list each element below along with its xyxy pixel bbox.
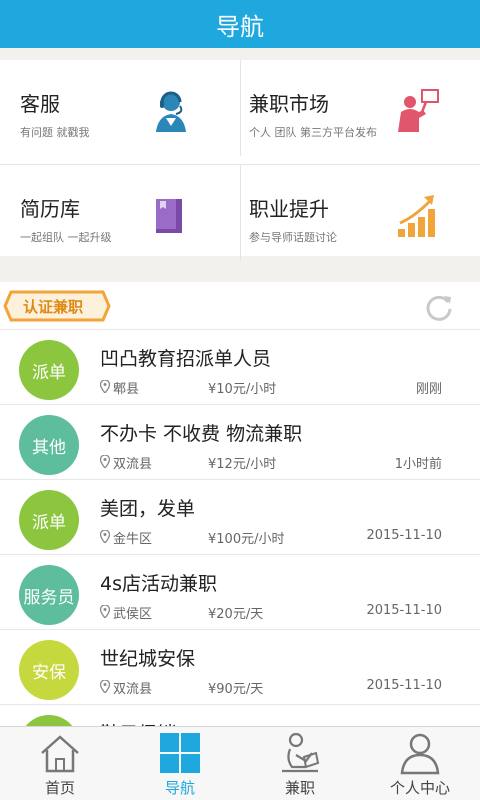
job-location: 双流县: [113, 682, 153, 697]
job-meta: 武侯区 ¥20元/天 2015-11-10: [100, 603, 444, 622]
tab-label: 导航: [164, 779, 195, 797]
job-time: 2015-11-10: [366, 678, 442, 693]
nav-item-title: 客服: [20, 92, 60, 116]
job-time: 刚刚: [415, 382, 442, 397]
growth-chart-icon: [398, 195, 435, 237]
job-title: 4s店活动兼职: [100, 573, 217, 595]
home-icon: [41, 735, 79, 773]
nav-item-title: 兼职市场: [249, 92, 329, 116]
location-pin-icon: [100, 380, 110, 393]
job-title: 鞋子促销: [100, 719, 176, 726]
category-badge: [19, 715, 79, 726]
job-location: 双流县: [113, 457, 153, 472]
tab-part-time[interactable]: 兼职: [240, 727, 360, 800]
job-location: 金牛区: [113, 532, 153, 547]
job-meta: 双流县 ¥90元/天 2015-11-10: [100, 678, 444, 697]
category-badge: 派单: [19, 340, 79, 400]
location-pin-icon: [100, 605, 110, 618]
refresh-icon[interactable]: [424, 292, 454, 322]
job-row[interactable]: 派单 凹凸教育招派单人员郫县 ¥10元/小时 刚刚: [0, 330, 480, 405]
job-time: 2015-11-10: [366, 603, 442, 618]
category-badge: 服务员: [19, 565, 79, 625]
tab-home[interactable]: 首页: [0, 727, 120, 800]
job-title: 不办卡 不收费 物流兼职: [100, 423, 303, 445]
bottom-tab-bar: 首页 导航 兼职 个人中心: [0, 726, 480, 800]
job-meta: 金牛区 ¥100元/小时 2015-11-10: [100, 528, 444, 547]
job-pay: ¥100元/小时: [208, 532, 285, 547]
page-title: 导航: [216, 12, 264, 41]
job-row[interactable]: 派单 美团，发单金牛区 ¥100元/小时 2015-11-10: [0, 480, 480, 555]
nav-item-subtitle: 一起组队 一起升级: [20, 231, 112, 244]
reading-person-icon: [282, 732, 320, 773]
tab-label: 个人中心: [389, 779, 450, 797]
job-location: 武侯区: [113, 607, 153, 622]
job-row[interactable]: 其他 不办卡 不收费 物流兼职双流县 ¥12元/小时 1小时前: [0, 405, 480, 480]
job-list-panel: 认证兼职 派单 凹凸教育招派单人员 郫县 ¥10元/小时 刚刚 其他 不办卡 不收费 物流兼…: [0, 282, 480, 726]
nav-grid: 客服 有问题 就戳我 兼职市场 个人 团队 第三方平台发布 简历库 一起组队 一…: [0, 60, 480, 261]
job-time: 1小时前: [394, 457, 442, 472]
job-row[interactable]: 安保 世纪城安保双流县 ¥90元/天 2015-11-10: [0, 630, 480, 705]
job-time: 2015-11-10: [366, 528, 442, 543]
job-title: 世纪城安保: [100, 648, 196, 670]
grid-icon: [160, 733, 200, 773]
job-row[interactable]: 服务员 4s店活动兼职武侯区 ¥20元/天 2015-11-10: [0, 555, 480, 630]
job-location: 郫县: [113, 382, 140, 397]
job-pay: ¥90元/天: [208, 682, 264, 697]
nav-item-title: 职业提升: [249, 197, 329, 221]
category-badge: 安保: [19, 640, 79, 700]
job-title: 凹凸教育招派单人员: [100, 348, 272, 370]
nav-career-growth[interactable]: 职业提升 参与导师话题讨论: [240, 165, 480, 261]
job-pay: ¥10元/小时: [208, 382, 277, 397]
nav-resume-library[interactable]: 简历库 一起组队 一起升级: [0, 165, 240, 261]
job-title: 美团，发单: [100, 498, 196, 520]
job-meta: 郫县 ¥10元/小时 刚刚: [100, 378, 444, 397]
job-pay: ¥20元/天: [208, 607, 264, 622]
nav-item-title: 简历库: [20, 197, 80, 221]
location-pin-icon: [100, 530, 110, 543]
certified-jobs-label: 认证兼职: [23, 298, 84, 316]
category-badge: 派单: [19, 490, 79, 550]
tab-navigation[interactable]: 导航: [120, 727, 240, 800]
nav-item-subtitle: 有问题 就戳我: [20, 126, 90, 139]
location-pin-icon: [100, 680, 110, 693]
tab-profile[interactable]: 个人中心: [360, 727, 480, 800]
certified-jobs-badge[interactable]: 认证兼职: [3, 290, 111, 322]
category-badge: 其他: [19, 415, 79, 475]
nav-job-market[interactable]: 兼职市场 个人 团队 第三方平台发布: [240, 60, 480, 156]
resume-book-icon: [156, 199, 182, 233]
job-meta: 双流县 ¥12元/小时 1小时前: [100, 453, 444, 472]
location-pin-icon: [100, 455, 110, 468]
nav-item-subtitle: 参与导师话题讨论: [249, 231, 337, 244]
customer-service-icon: [156, 91, 186, 132]
job-row[interactable]: 鞋子促销: [0, 705, 480, 726]
job-pay: ¥12元/小时: [208, 457, 277, 472]
tab-label: 首页: [44, 779, 75, 797]
tab-label: 兼职: [284, 779, 315, 797]
user-icon: [400, 733, 440, 775]
nav-item-subtitle: 个人 团队 第三方平台发布: [249, 126, 377, 139]
presenter-board-icon: [398, 89, 439, 132]
app-header: 导航: [0, 0, 480, 48]
nav-customer-service[interactable]: 客服 有问题 就戳我: [0, 60, 240, 156]
list-header: 认证兼职: [0, 282, 480, 330]
